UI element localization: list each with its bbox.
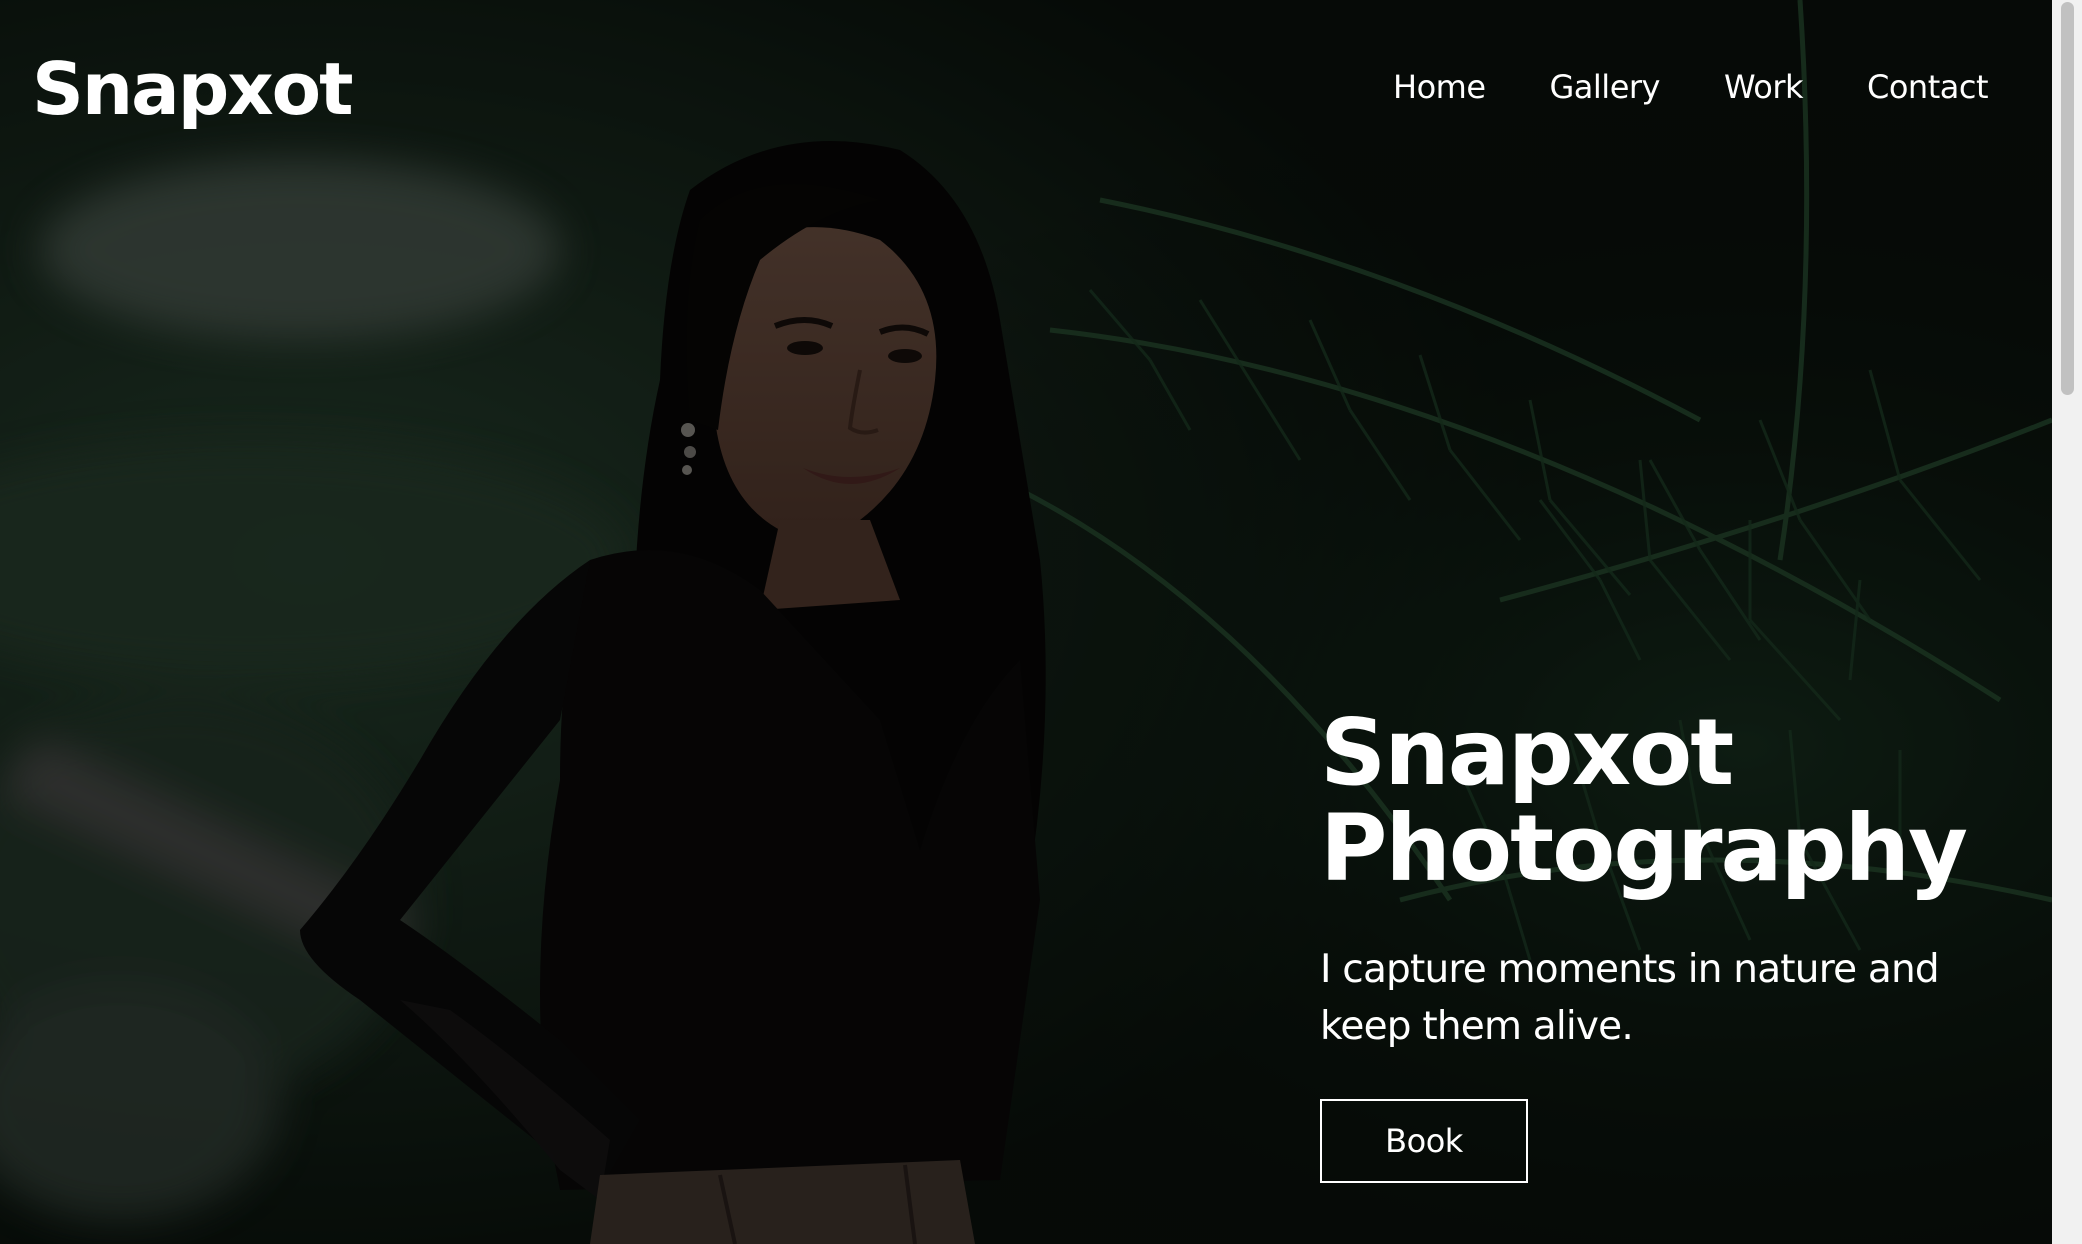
nav-item-contact: Contact [1867,62,1989,112]
scrollbar-thumb[interactable] [2061,2,2074,395]
page-scrollbar[interactable] [2052,0,2082,1244]
hero-title: Snapxot Photography [1320,705,2000,897]
nav-link-home[interactable]: Home [1393,68,1486,106]
nav-link-work[interactable]: Work [1724,68,1804,106]
hero-title-line-2: Photography [1320,795,1968,902]
site-logo[interactable]: Snapxot [32,44,354,134]
book-button[interactable]: Book [1320,1099,1528,1183]
nav-link-gallery[interactable]: Gallery [1550,68,1661,106]
hero-title-line-1: Snapxot [1320,699,1734,806]
page: Snapxot Home Gallery Work Contact Snapxo… [0,0,2082,1244]
hero-subtitle: I capture moments in nature and keep the… [1320,947,1940,1049]
main-navigation: Home Gallery Work Contact [1393,62,1989,112]
hero-content: Snapxot Photography I capture moments in… [1320,705,2000,1183]
nav-item-gallery: Gallery [1550,62,1661,112]
nav-link-contact[interactable]: Contact [1867,68,1989,106]
nav-item-work: Work [1724,62,1804,112]
nav-item-home: Home [1393,62,1486,112]
